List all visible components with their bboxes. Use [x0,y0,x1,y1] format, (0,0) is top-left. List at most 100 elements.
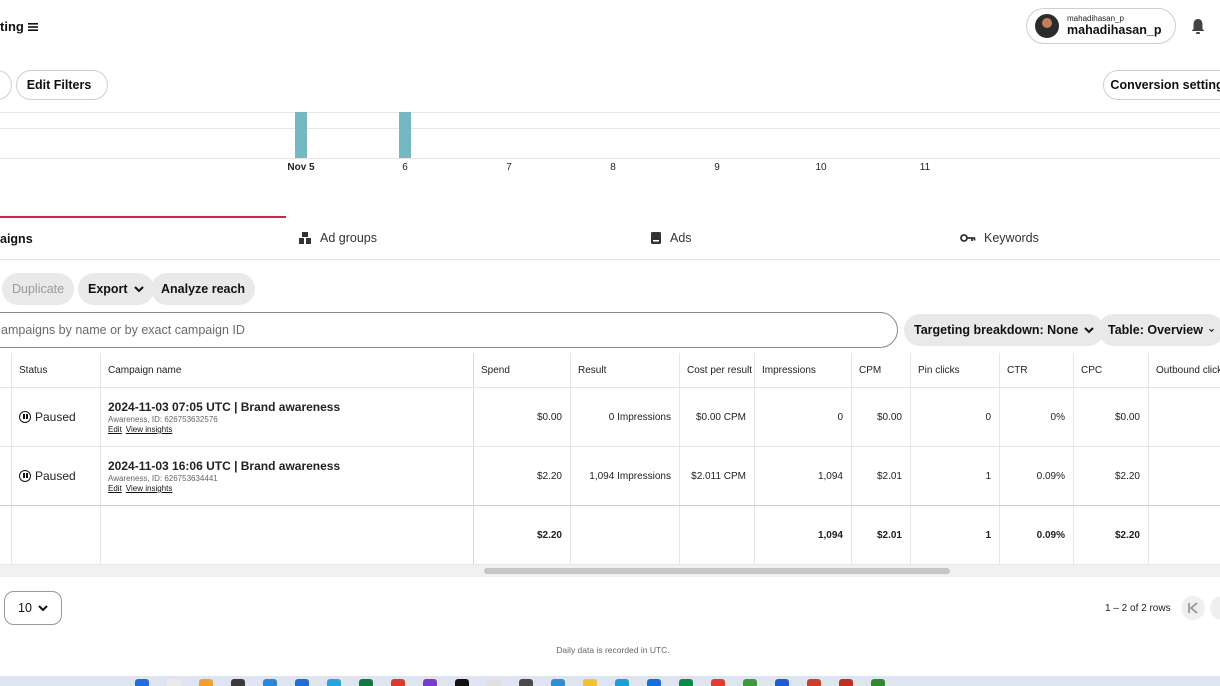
duplicate-button[interactable]: Duplicate [2,273,75,305]
chart-tick-label: 11 [920,162,931,173]
campaign-name-cell: 2024-11-03 07:05 UTC | Brand awareness A… [100,388,473,446]
page-size-select[interactable]: 10 [4,591,62,625]
taskbar-app-icon[interactable] [711,679,725,686]
analyze-reach-button[interactable]: Analyze reach [151,273,256,305]
taskbar-app-icon[interactable] [487,679,501,686]
taskbar-app-icon[interactable] [615,679,629,686]
taskbar-app-icon[interactable] [519,679,533,686]
top-bar: ting mahadihasan_p mahadihasan_p [0,0,1220,56]
campaign-name-link[interactable]: 2024-11-03 16:06 UTC | Brand awareness [108,459,340,473]
export-label: Export [88,282,128,296]
search-placeholder: ampaigns by name or by exact campaign ID [1,323,245,337]
chart-tick-label: 7 [506,162,512,173]
col-header-cost-per-result[interactable]: Cost per result [679,353,754,387]
edit-link[interactable]: Edit [108,425,122,434]
bell-icon[interactable] [1190,18,1206,35]
footer-note: Daily data is recorded in UTC. [556,645,670,655]
taskbar-app-icon[interactable] [391,679,405,686]
edit-filters-button[interactable]: Edit Filters [16,70,108,100]
prev-page-button[interactable] [1210,596,1220,620]
export-button[interactable]: Export [78,273,154,305]
taskbar-app-icon[interactable] [423,679,437,686]
targeting-breakdown-dropdown[interactable]: Targeting breakdown: None [904,314,1105,346]
chart-tick-label: 6 [402,162,408,173]
col-header-campaign-name[interactable]: Campaign name [100,353,473,387]
col-header-impressions[interactable]: Impressions [754,353,851,387]
ctr-cell: 0.09% [1036,470,1065,482]
tab-campaigns-label: aigns [0,231,33,246]
duplicate-label: Duplicate [12,282,65,296]
prev-filter-button[interactable] [0,70,12,100]
view-insights-link[interactable]: View insights [126,425,173,434]
taskbar-app-icon[interactable] [743,679,757,686]
key-icon [960,233,976,242]
taskbar-app-icon[interactable] [583,679,597,686]
taskbar-app-icon[interactable] [263,679,277,686]
edit-filters-label: Edit Filters [26,78,92,92]
chart-bar[interactable] [399,112,411,158]
status-cell[interactable]: Paused [11,388,100,446]
tab-campaigns[interactable]: aigns [0,216,286,259]
edit-link[interactable]: Edit [108,484,122,493]
first-page-icon [1188,602,1198,614]
campaign-search-input[interactable]: ampaigns by name or by exact campaign ID [0,312,898,348]
tab-ads[interactable]: Ads [650,216,692,259]
taskbar-app-icon[interactable] [647,679,661,686]
taskbar-app-icon[interactable] [551,679,565,686]
first-page-button[interactable] [1181,596,1205,620]
status-cell[interactable]: Paused [11,447,100,505]
tab-ad-groups[interactable]: Ad groups [298,216,377,259]
taskbar-app-icon[interactable] [455,679,469,686]
chart-tick-label: 9 [714,162,720,173]
table-view-dropdown[interactable]: Table: Overview [1098,314,1220,346]
col-header-outbound-clicks[interactable]: Outbound clicks [1148,353,1220,387]
taskbar-app-icon[interactable] [231,679,245,686]
account-switcher[interactable]: mahadihasan_p mahadihasan_p [1026,8,1176,44]
scrollbar-thumb[interactable] [484,568,950,574]
col-header-ctr[interactable]: CTR [999,353,1073,387]
pin-clicks-cell: 0 [985,411,991,423]
conversion-settings-button[interactable]: Conversion settings [1103,70,1220,100]
taskbar-app-icon[interactable] [135,679,149,686]
cpc-cell: $0.00 [1114,411,1140,423]
menu-icon [27,22,38,31]
col-header-result[interactable]: Result [570,353,679,387]
app-title[interactable]: ting [0,19,39,34]
col-header-status[interactable]: Status [11,353,100,387]
taskbar-app-icon[interactable] [167,679,181,686]
col-header-cpc[interactable]: CPC [1073,353,1148,387]
ctr-cell: 0% [1050,411,1065,423]
total-impressions: 1,094 [817,529,843,541]
col-header-pin-clicks[interactable]: Pin clicks [910,353,999,387]
taskbar-app-icon[interactable] [839,679,853,686]
total-spend: $2.20 [536,529,562,541]
os-taskbar [0,676,1220,686]
taskbar-app-icon[interactable] [871,679,885,686]
cost-per-result-cell: $2.011 CPM [691,470,746,482]
chart-bar[interactable] [295,112,307,158]
campaigns-table: Status Campaign name Spend Result Cost p… [0,353,1220,565]
chart-tick-label: 8 [610,162,616,173]
chart-tick-label: Nov 5 [287,162,315,173]
taskbar-app-icon[interactable] [295,679,309,686]
daily-chart: Nov 5 6 7 8 9 10 11 [0,112,1220,173]
table-horizontal-scrollbar[interactable] [0,565,1220,577]
status-label: Paused [35,469,76,483]
page-size-value: 10 [18,601,32,615]
taskbar-app-icon[interactable] [807,679,821,686]
taskbar-app-icon[interactable] [679,679,693,686]
tab-keywords[interactable]: Keywords [960,216,1039,259]
view-insights-link[interactable]: View insights [126,484,173,493]
chart-tick-label: 10 [815,162,827,173]
result-cell: 0 Impressions [608,411,671,423]
taskbar-app-icon[interactable] [327,679,341,686]
campaign-name-cell: 2024-11-03 16:06 UTC | Brand awareness A… [100,447,473,505]
taskbar-app-icon[interactable] [359,679,373,686]
targeting-breakdown-label: Targeting breakdown: None [914,323,1079,337]
taskbar-app-icon[interactable] [199,679,213,686]
campaign-name-link[interactable]: 2024-11-03 07:05 UTC | Brand awareness [108,400,340,414]
taskbar-app-icon[interactable] [775,679,789,686]
chevron-down-icon [1084,326,1095,333]
col-header-cpm[interactable]: CPM [851,353,910,387]
col-header-spend[interactable]: Spend [473,353,570,387]
